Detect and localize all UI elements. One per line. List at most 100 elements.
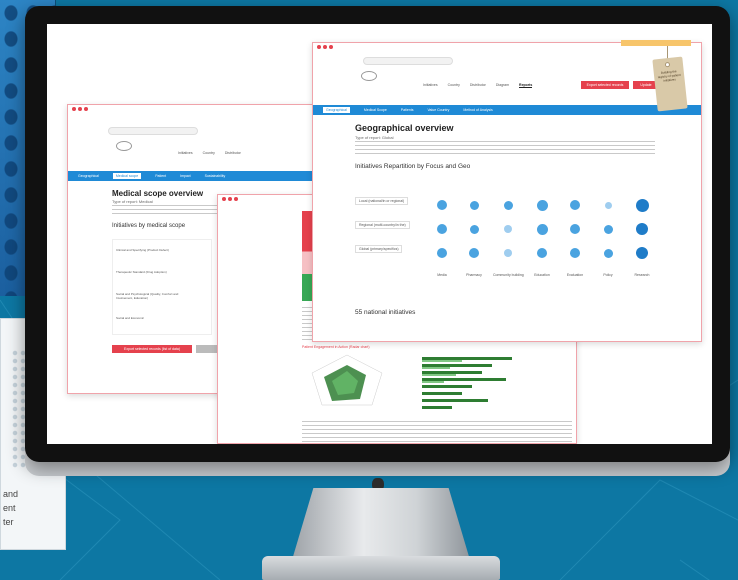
matrix-bubble[interactable]	[636, 247, 648, 259]
geographical-window: Initiatives Country Distributor Diagram …	[312, 42, 702, 342]
radar-chart	[311, 354, 383, 406]
nav-initiatives[interactable]: Initiatives	[423, 83, 438, 88]
matrix-bubble[interactable]	[469, 200, 479, 210]
scope-row: Therapeutic Standard (Drug Adoption)	[116, 270, 167, 274]
bar-chart	[422, 357, 512, 409]
row-label: Regional (multi-country/in the)	[355, 221, 410, 229]
export-button[interactable]: Export selected records (list of data)	[112, 345, 192, 353]
column-label: Community building	[493, 273, 524, 277]
scope-row: Social and Economic	[116, 316, 145, 320]
page-subtitle: Type of report: Global	[355, 135, 394, 140]
window-controls	[222, 197, 238, 201]
document-paragraph	[302, 421, 572, 443]
scope-row: Social and Psychological (Quality, Comfo…	[116, 292, 179, 300]
nav-item[interactable]: Initiatives	[178, 151, 193, 155]
tab-geographical[interactable]: Geographical	[78, 174, 99, 178]
repartition-matrix: Local (national/in or regional) Regional…	[355, 177, 685, 307]
monitor-stand	[292, 488, 470, 560]
matrix-bubble[interactable]	[536, 223, 548, 235]
matrix-bubble[interactable]	[469, 224, 479, 234]
matrix-bubble[interactable]	[636, 223, 648, 235]
matrix-bubble[interactable]	[604, 201, 612, 209]
bar	[422, 371, 482, 374]
bar	[422, 357, 512, 360]
logo-icon	[361, 71, 377, 81]
matrix-bubble[interactable]	[570, 248, 580, 258]
export-records-button[interactable]: Export selected records	[581, 81, 629, 89]
nav-distributor[interactable]: Distributor	[470, 83, 486, 88]
column-label: Media	[437, 273, 447, 277]
intro-paragraph	[355, 141, 655, 154]
national-initiatives-count: 55 national initiatives	[355, 309, 416, 316]
matrix-bubble[interactable]	[537, 248, 547, 258]
bar	[422, 381, 444, 383]
caption-line: ent	[3, 503, 16, 513]
matrix-bubble[interactable]	[536, 199, 548, 211]
matrix-bubble[interactable]	[570, 200, 580, 210]
bar	[422, 364, 492, 367]
tag-ribbon	[621, 40, 691, 46]
monitor-base	[262, 556, 500, 580]
tab-geographical[interactable]: Geographical	[323, 107, 350, 113]
logo-icon	[116, 141, 132, 151]
section-heading: Initiatives by medical scope	[112, 223, 186, 229]
tab-patients[interactable]: Patients	[401, 108, 414, 112]
top-nav: Initiatives Country Distributor Diagram …	[423, 83, 533, 88]
tab-medical-scope[interactable]: Medical Scope	[364, 108, 387, 112]
page-title: Geographical overview	[355, 123, 454, 133]
matrix-bubble[interactable]	[437, 248, 447, 258]
bar	[422, 374, 456, 376]
tag-text: Building the registry of patient initiat…	[657, 69, 681, 83]
matrix-bubble[interactable]	[603, 224, 613, 234]
tab-sustainability[interactable]: Sustainability	[205, 174, 226, 178]
row-label: Global (primary/specifics)	[355, 245, 403, 253]
window-controls	[317, 45, 333, 49]
bar	[422, 399, 488, 402]
matrix-bubble[interactable]	[570, 224, 580, 234]
tab-medical-scope[interactable]: Medical scope	[112, 173, 142, 179]
nav-item[interactable]: Distributor	[225, 151, 241, 155]
page-subtitle: Type of report: Medical	[112, 199, 153, 204]
bar	[422, 406, 452, 409]
matrix-bubble[interactable]	[603, 248, 613, 258]
caption-line: ter	[3, 517, 14, 527]
column-label: Pharmacy	[466, 273, 482, 277]
section-heading: Initiatives Repartition by Focus and Geo	[355, 163, 471, 170]
address-bar[interactable]	[363, 57, 453, 65]
address-bar[interactable]	[108, 127, 198, 135]
nav-item[interactable]: Country	[203, 151, 215, 155]
column-label: Policy	[603, 273, 613, 277]
tab-value-country[interactable]: Value Country	[427, 108, 449, 112]
nav-country[interactable]: Country	[448, 83, 460, 88]
bar	[422, 385, 472, 388]
matrix-bubble[interactable]	[503, 200, 513, 210]
nav-reports[interactable]: Reports	[519, 83, 533, 88]
page-title: Medical scope overview	[112, 189, 204, 198]
bar	[422, 367, 450, 369]
matrix-bubble[interactable]	[504, 225, 512, 233]
nav-diagram[interactable]: Diagram	[496, 83, 509, 88]
matrix-bubble[interactable]	[504, 249, 512, 257]
column-label: Education	[534, 273, 550, 277]
row-label: Local (national/in or regional)	[355, 197, 409, 205]
matrix-bubble[interactable]	[437, 200, 447, 210]
price-tag-icon: Building the registry of patient initiat…	[652, 56, 688, 112]
tab-method[interactable]: Method of Analysis	[463, 108, 492, 112]
background-caption: and ent ter	[3, 487, 18, 529]
column-label: Evaluation	[566, 273, 584, 277]
matrix-bubble[interactable]	[635, 198, 649, 212]
scope-list: Clinical and Specifying (Product Defect)…	[112, 239, 212, 335]
chart-heading: Patient Engagement in Action (Radar char…	[302, 345, 370, 349]
geo-nav-bar: Geographical Medical Scope Patients Valu…	[313, 105, 701, 115]
tab-patient[interactable]: Patient	[155, 174, 166, 178]
monitor-screen: Initiatives Country Distributor Geograph…	[47, 24, 712, 444]
matrix-bubble[interactable]	[437, 224, 447, 234]
sidebar-chart	[302, 211, 312, 301]
bar	[422, 360, 462, 362]
tab-impact[interactable]: Impact	[180, 174, 191, 178]
window-controls	[72, 107, 88, 111]
bar	[422, 378, 506, 381]
matrix-bubble[interactable]	[469, 248, 479, 258]
bar	[422, 392, 462, 395]
column-label: Research	[634, 273, 650, 277]
